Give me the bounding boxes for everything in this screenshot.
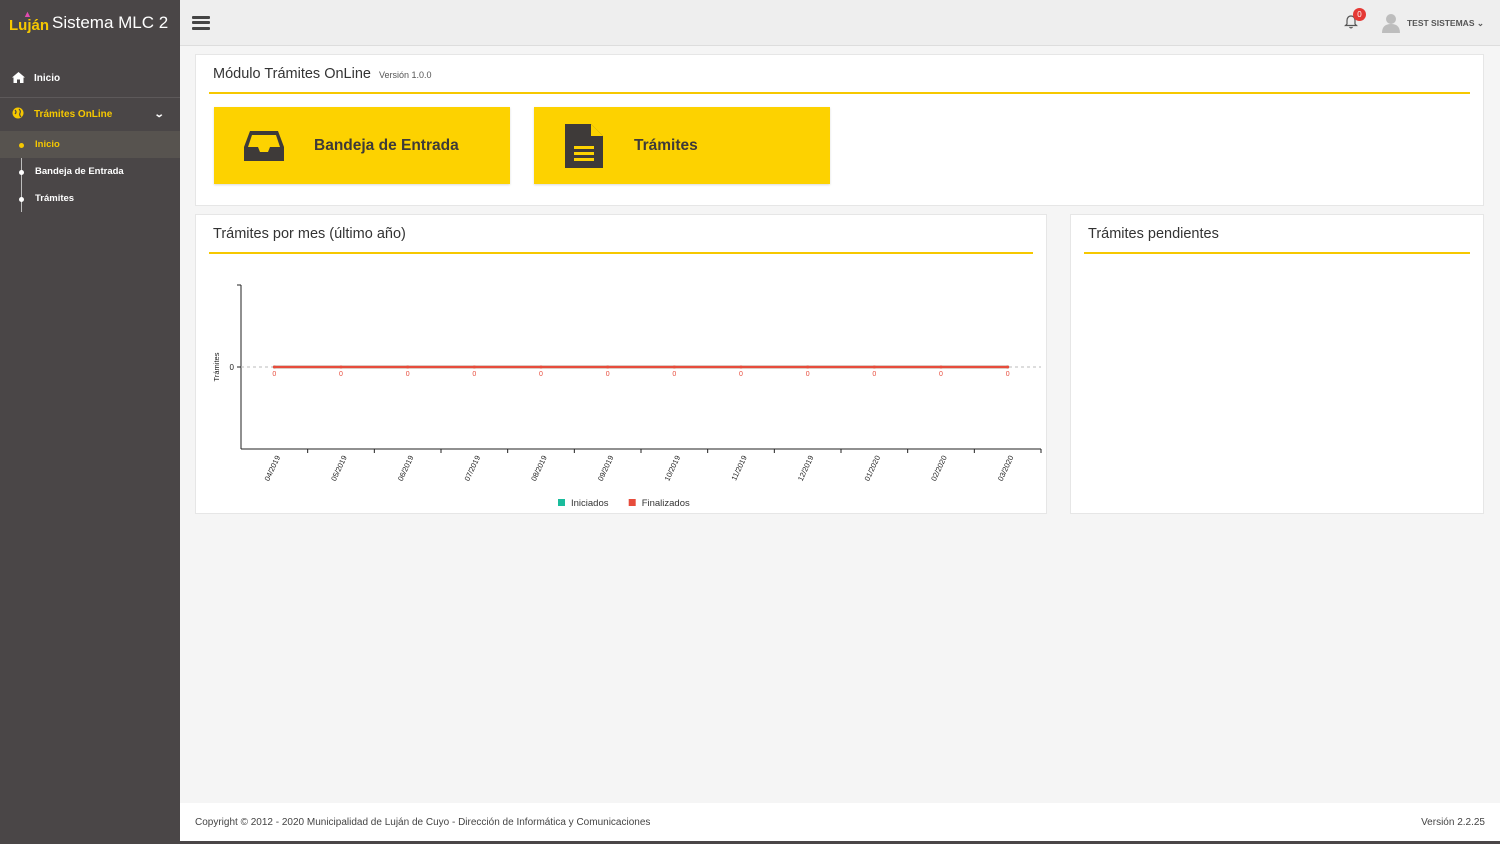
sidebar-group-label: Trámites OnLine — [34, 109, 113, 120]
data-point — [806, 365, 810, 369]
sidebar-menu: Inicio Trámites OnLine ⌄ Inicio Bandeja … — [0, 65, 180, 212]
pending-title: Trámites pendientes — [1088, 225, 1219, 242]
document-icon — [534, 123, 634, 168]
x-tick-label: 10/2019 — [663, 454, 683, 482]
sidebar-subitem-label: Trámites — [35, 193, 75, 204]
legend-swatch — [628, 499, 636, 506]
sidebar-item-home[interactable]: Inicio — [0, 65, 180, 92]
sidebar-subitem-bandeja[interactable]: Bandeja de Entrada — [0, 158, 180, 185]
data-point — [939, 365, 943, 369]
user-menu[interactable]: TEST SISTEMAS ⌄ — [1407, 18, 1484, 29]
sidebar-subitem-inicio[interactable]: Inicio — [0, 131, 180, 158]
legend-swatch — [558, 499, 565, 506]
x-tick-label: 05/2019 — [329, 454, 349, 482]
sidebar-group-tramites[interactable]: Trámites OnLine ⌄ — [0, 98, 180, 131]
footer-copyright: Copyright © 2012 - 2020 Municipalidad de… — [195, 816, 651, 828]
data-point — [472, 365, 476, 369]
tile-label: Bandeja de Entrada — [314, 136, 459, 154]
data-label: 0 — [872, 371, 876, 378]
x-tick-label: 03/2020 — [996, 454, 1016, 482]
topbar: 0 TEST SISTEMAS ⌄ — [180, 0, 1500, 46]
tile-tramites[interactable]: Trámites — [534, 107, 830, 184]
x-tick-label: 04/2019 — [263, 454, 283, 482]
data-label: 0 — [539, 371, 543, 378]
bullet-icon — [19, 143, 24, 148]
bullet-icon — [19, 197, 24, 202]
data-point — [406, 365, 410, 369]
data-label: 0 — [1006, 371, 1010, 378]
y-axis-label: Trámites — [212, 352, 221, 381]
module-header: Módulo Trámites OnLine Versión 1.0.0 — [209, 55, 1470, 94]
chart: 0 Trámites 04/2019 05/2019 06/2019 07/2019 08/… — [212, 284, 1042, 509]
chart-title: Trámites por mes (último año) — [213, 225, 406, 242]
sidebar-item-label: Inicio — [34, 73, 61, 84]
x-tick-label: 12/2019 — [796, 454, 816, 482]
data-point — [872, 365, 876, 369]
bullet-icon — [19, 170, 24, 175]
chevron-down-icon: ⌄ — [1476, 18, 1484, 28]
x-tick-label: 09/2019 — [596, 454, 616, 482]
x-tick-label: 01/2020 — [863, 454, 883, 482]
data-point — [672, 365, 676, 369]
data-point — [272, 365, 276, 369]
pending-header: Trámites pendientes — [1084, 215, 1470, 254]
sidebar-subitem-label: Inicio — [35, 139, 60, 150]
x-tick-label: 11/2019 — [729, 454, 748, 482]
x-tick-label: 02/2020 — [929, 454, 949, 482]
sidebar: ▲ Luján Sistema MLC 2 Inicio Trámites OnL… — [0, 0, 180, 844]
data-point — [339, 365, 343, 369]
footer-version: Versión 2.2.25 — [1421, 816, 1485, 828]
data-label: 0 — [672, 371, 676, 378]
brand-title: Sistema MLC 2 — [52, 13, 169, 32]
data-point — [606, 365, 610, 369]
user-name: TEST SISTEMAS — [1406, 18, 1475, 28]
data-label: 0 — [739, 371, 743, 378]
sidebar-subitem-label: Bandeja de Entrada — [35, 166, 124, 177]
data-label: 0 — [472, 371, 476, 378]
chart-header: Trámites por mes (último año) — [209, 215, 1033, 254]
globe-icon — [11, 107, 25, 122]
data-point — [1006, 365, 1010, 369]
data-label: 0 — [272, 371, 276, 378]
y-tick-label: 0 — [230, 363, 235, 372]
tile-bandeja-de-entrada[interactable]: Bandeja de Entrada — [214, 107, 510, 184]
brand[interactable]: ▲ Luján Sistema MLC 2 — [0, 0, 180, 46]
chevron-down-icon: ⌄ — [153, 109, 165, 120]
pending-panel: Trámites pendientes — [1070, 214, 1484, 514]
inbox-icon — [214, 129, 314, 163]
data-point — [539, 365, 543, 369]
module-version: Versión 1.0.0 — [378, 70, 432, 80]
x-tick-label: 06/2019 — [396, 454, 416, 482]
x-tick-label: 08/2019 — [529, 454, 549, 482]
sidebar-subitem-tramites[interactable]: Trámites — [0, 185, 180, 212]
avatar[interactable] — [1382, 13, 1400, 33]
chart-panel: Trámites por mes (último año) 0 Trámites 0… — [195, 214, 1047, 514]
menu-toggle-icon[interactable] — [192, 15, 210, 30]
notification-badge: 0 — [1353, 8, 1366, 21]
data-point — [739, 365, 743, 369]
legend-label: Finalizados — [642, 498, 690, 509]
footer: Copyright © 2012 - 2020 Municipalidad de… — [180, 803, 1500, 844]
data-label: 0 — [406, 371, 410, 378]
module-title: Módulo Trámites OnLine — [213, 65, 371, 82]
home-icon — [11, 71, 25, 86]
module-panel: Módulo Trámites OnLine Versión 1.0.0 Ban… — [195, 54, 1484, 206]
tile-label: Trámites — [634, 136, 698, 154]
data-label: 0 — [939, 371, 943, 378]
brand-logo: ▲ Luján — [9, 8, 49, 34]
legend-label: Iniciados — [571, 498, 609, 509]
data-label: 0 — [806, 371, 810, 378]
data-label: 0 — [606, 371, 610, 378]
x-tick-label: 07/2019 — [463, 454, 483, 482]
submenu: Inicio Bandeja de Entrada Trámites — [0, 131, 180, 212]
data-label: 0 — [339, 371, 343, 378]
